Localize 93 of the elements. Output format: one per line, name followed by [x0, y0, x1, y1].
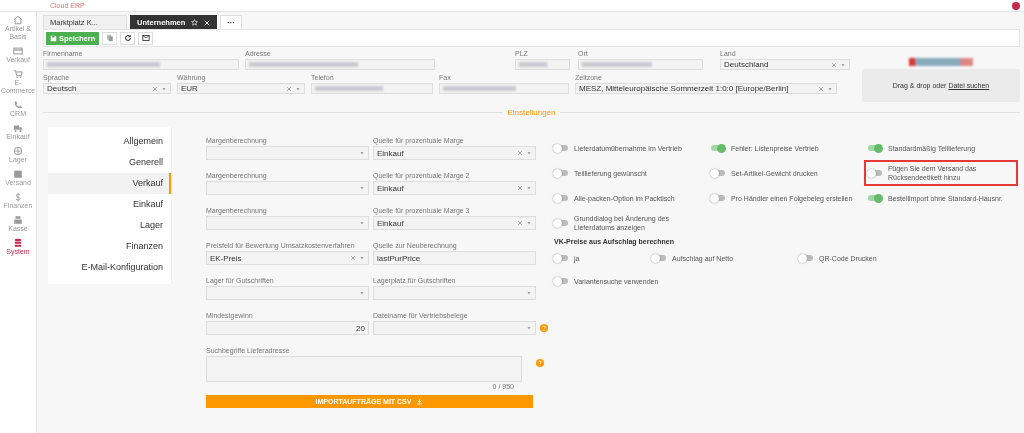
input-field[interactable] — [578, 59, 703, 70]
clear-icon[interactable] — [517, 220, 523, 226]
caret-icon — [526, 220, 532, 226]
toggle-switch[interactable] — [711, 145, 725, 151]
caret-icon — [526, 325, 532, 331]
toggle-switch[interactable] — [868, 170, 882, 176]
toggle-switch[interactable] — [711, 195, 725, 201]
clear-icon[interactable] — [286, 85, 292, 92]
star-icon[interactable] — [191, 19, 199, 26]
settings-nav-item[interactable]: Allgemein — [48, 131, 171, 152]
caret-icon — [526, 150, 532, 156]
help-icon[interactable] — [536, 359, 544, 367]
settings-nav-item[interactable]: Finanzen — [48, 236, 171, 257]
card-icon — [13, 46, 23, 56]
toggle-switch[interactable] — [554, 195, 568, 201]
caret-icon — [526, 290, 532, 296]
download-icon — [416, 398, 424, 405]
clear-icon[interactable] — [517, 150, 523, 156]
select-field[interactable]: EK-Preis — [206, 251, 369, 265]
select-field[interactable]: Deutschland — [720, 59, 850, 70]
logo-placeholder — [909, 58, 973, 66]
select-field[interactable] — [206, 286, 369, 300]
select-field[interactable]: EUR — [177, 83, 305, 94]
select-field[interactable]: Einkauf — [373, 181, 536, 195]
database-icon — [13, 238, 23, 248]
select-field[interactable] — [373, 321, 536, 335]
caret-icon — [359, 290, 365, 296]
clear-icon[interactable] — [831, 61, 837, 68]
refresh-icon — [123, 34, 132, 42]
section-title: Einstellungen — [507, 108, 556, 117]
toggle-switch[interactable] — [711, 170, 725, 176]
globe-icon — [13, 146, 23, 156]
select-field[interactable]: Einkauf — [373, 216, 536, 230]
select-field[interactable]: MESZ, Mitteleuropäische Sommerzeit 1:0:0 [Europe/Berlin] — [575, 83, 837, 94]
dollar-icon — [13, 192, 23, 202]
floppy-icon — [50, 34, 57, 42]
cart-icon — [13, 69, 23, 79]
clear-icon[interactable] — [152, 85, 158, 92]
settings-nav-item[interactable]: E-Mail-Konfiguration — [48, 257, 171, 278]
truck-icon — [13, 123, 23, 133]
caret-icon — [827, 85, 833, 92]
phone-icon — [13, 100, 23, 110]
caret-icon — [840, 61, 846, 68]
caret-icon — [359, 255, 365, 261]
mail-button[interactable] — [138, 31, 154, 45]
input-field[interactable]: 20 — [206, 321, 369, 335]
refresh-button[interactable] — [120, 31, 136, 45]
toggle-switch[interactable] — [554, 170, 568, 176]
settings-nav-item[interactable]: Verkauf — [48, 173, 171, 194]
settings-nav-item[interactable]: Einkauf — [48, 194, 171, 215]
close-icon[interactable] — [204, 19, 211, 26]
toggle-switch[interactable] — [652, 255, 666, 261]
house-icon — [13, 15, 23, 25]
select-field[interactable] — [206, 146, 369, 160]
input-field[interactable] — [439, 83, 569, 94]
package-icon — [13, 169, 23, 179]
select-field[interactable] — [206, 216, 369, 230]
blurred-value — [582, 62, 653, 67]
caret-icon — [359, 150, 365, 156]
select-field[interactable]: Einkauf — [373, 146, 536, 160]
caret-icon — [359, 220, 365, 226]
input-field[interactable] — [515, 59, 570, 70]
caret-icon — [526, 185, 532, 191]
input-field[interactable] — [311, 83, 433, 94]
clear-icon[interactable] — [350, 255, 356, 261]
toggle-switch[interactable] — [554, 145, 568, 151]
caret-icon — [295, 85, 301, 92]
caret-icon — [359, 185, 365, 191]
help-icon[interactable] — [540, 324, 548, 332]
caret-icon — [161, 85, 167, 92]
toggle-switch[interactable] — [554, 255, 568, 261]
toggle-switch[interactable] — [868, 195, 882, 201]
select-field[interactable] — [206, 181, 369, 195]
toggle-switch[interactable] — [799, 255, 813, 261]
blurred-value — [315, 86, 384, 91]
blurred-value — [519, 62, 548, 67]
settings-nav-item[interactable]: Lager — [48, 215, 171, 236]
clear-icon[interactable] — [517, 185, 523, 191]
copy-icon — [105, 34, 114, 42]
settings-nav-item[interactable]: Generell — [48, 152, 171, 173]
avatar-icon[interactable] — [1012, 1, 1020, 10]
toggle-switch[interactable] — [554, 220, 568, 226]
clear-icon[interactable] — [818, 85, 824, 92]
select-field[interactable] — [373, 286, 536, 300]
select-field[interactable]: Deutsch — [43, 83, 171, 94]
register-icon — [13, 215, 23, 225]
toggle-switch[interactable] — [554, 278, 568, 284]
text-area[interactable] — [206, 356, 522, 382]
toggle-switch[interactable] — [868, 145, 882, 151]
input-field[interactable] — [43, 59, 239, 70]
input-field[interactable] — [245, 59, 435, 70]
input-field[interactable]: lastPurPrice — [373, 251, 536, 265]
envelope-icon — [141, 34, 150, 42]
